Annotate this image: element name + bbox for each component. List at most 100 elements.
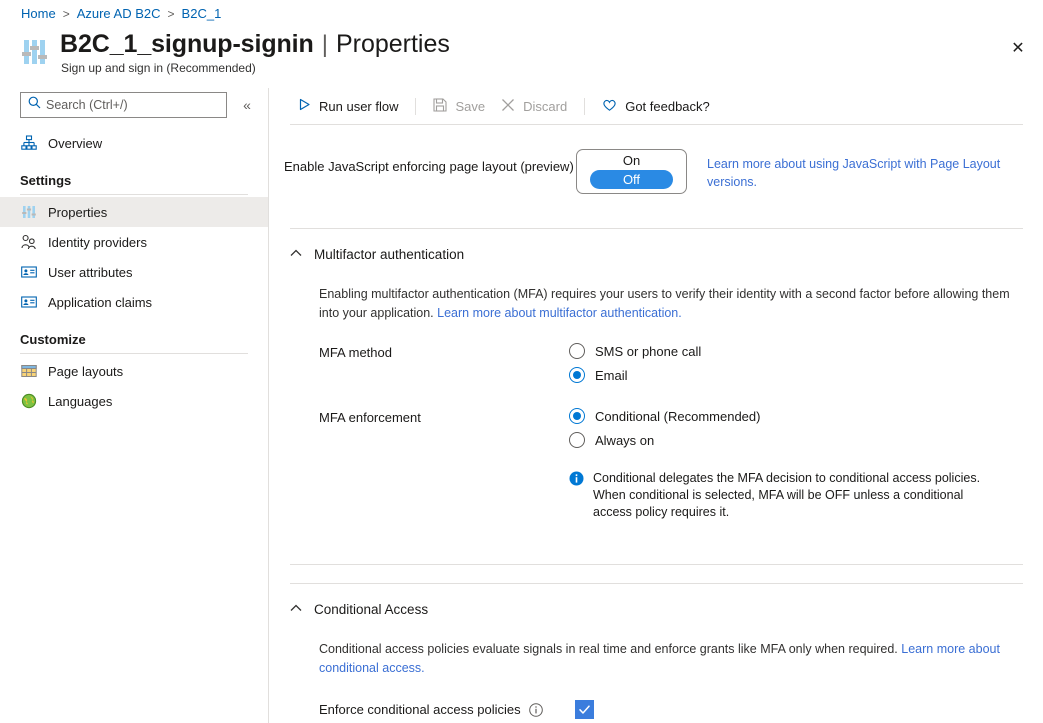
radio-label: Email bbox=[595, 368, 628, 383]
page-title-row: B2C_1_signup-signin | Properties Sign up… bbox=[18, 30, 450, 75]
sidebar-divider-customize bbox=[20, 353, 248, 354]
sidebar-item-overview[interactable]: Overview bbox=[0, 128, 268, 158]
title-divider: | bbox=[322, 31, 328, 59]
sliders-icon bbox=[20, 204, 37, 221]
breadcrumb-item-azure-ad-b2c[interactable]: Azure AD B2C bbox=[77, 6, 161, 21]
javascript-learn-more-link[interactable]: Learn more about using JavaScript with P… bbox=[707, 149, 1009, 191]
toolbar-divider bbox=[290, 124, 1023, 125]
radio-label: Conditional (Recommended) bbox=[595, 409, 760, 424]
mfa-method-option-sms[interactable]: SMS or phone call bbox=[569, 343, 701, 359]
mfa-learn-more-link[interactable]: Learn more about multifactor authenticat… bbox=[437, 306, 682, 320]
sidebar-search-row: « bbox=[0, 88, 268, 118]
javascript-setting-label: Enable JavaScript enforcing page layout … bbox=[284, 149, 576, 174]
conditional-access-description-text: Conditional access policies evaluate sig… bbox=[319, 642, 901, 656]
info-circle-icon[interactable] bbox=[529, 703, 543, 717]
breadcrumb-separator-1: > bbox=[63, 7, 70, 21]
mfa-info-message: Conditional delegates the MFA decision t… bbox=[569, 470, 1043, 521]
mfa-enforcement-option-always-on[interactable]: Always on bbox=[569, 432, 760, 448]
breadcrumb: Home > Azure AD B2C > B2C_1 bbox=[21, 6, 221, 21]
mfa-method-row: MFA method SMS or phone call Email bbox=[319, 343, 1043, 383]
toolbar-separator-1 bbox=[415, 98, 416, 115]
section-divider-bottom-mfa bbox=[290, 564, 1023, 565]
radio-button[interactable] bbox=[569, 367, 585, 383]
enforce-conditional-access-row: Enforce conditional access policies bbox=[319, 700, 1043, 719]
sidebar-item-label: Overview bbox=[48, 136, 102, 151]
search-input[interactable] bbox=[46, 98, 211, 112]
mfa-enforcement-option-conditional[interactable]: Conditional (Recommended) bbox=[569, 408, 760, 424]
sidebar-item-languages[interactable]: Languages bbox=[0, 386, 268, 416]
breadcrumb-separator-2: > bbox=[168, 7, 175, 21]
save-button[interactable]: Save bbox=[425, 94, 493, 119]
conditional-access-section-body: Conditional access policies evaluate sig… bbox=[270, 640, 1043, 719]
breadcrumb-item-home[interactable]: Home bbox=[21, 6, 56, 21]
conditional-access-section-title: Conditional Access bbox=[314, 602, 428, 617]
run-user-flow-button[interactable]: Run user flow bbox=[290, 94, 406, 118]
mfa-enforcement-radio-group: Conditional (Recommended) Always on bbox=[569, 408, 760, 448]
enforce-conditional-access-checkbox[interactable] bbox=[575, 700, 594, 719]
toggle-option-off[interactable]: Off bbox=[590, 170, 673, 189]
mfa-info-text: Conditional delegates the MFA decision t… bbox=[593, 470, 993, 521]
radio-button[interactable] bbox=[569, 343, 585, 359]
sidebar-item-user-attributes[interactable]: User attributes bbox=[0, 257, 268, 287]
discard-label: Discard bbox=[523, 99, 567, 114]
page-caption: Sign up and sign in (Recommended) bbox=[61, 61, 450, 75]
search-box[interactable] bbox=[20, 92, 227, 118]
toolbar-separator-2 bbox=[584, 98, 585, 115]
conditional-access-section-header[interactable]: Conditional Access bbox=[270, 592, 1043, 626]
save-icon bbox=[433, 98, 447, 115]
sidebar-group-customize: Customize bbox=[0, 332, 268, 347]
sliders-icon bbox=[18, 35, 52, 69]
azure-portal-blade: Home > Azure AD B2C > B2C_1 B2C_1_signup… bbox=[0, 0, 1043, 723]
mfa-section-header[interactable]: Multifactor authentication bbox=[270, 237, 1043, 271]
search-icon bbox=[28, 96, 41, 114]
mfa-section-body: Enabling multifactor authentication (MFA… bbox=[270, 285, 1043, 521]
discard-button[interactable]: Discard bbox=[493, 94, 575, 119]
chevron-up-icon[interactable] bbox=[290, 604, 302, 615]
section-divider-mfa bbox=[290, 228, 1023, 229]
mfa-description: Enabling multifactor authentication (MFA… bbox=[319, 285, 1011, 323]
section-divider-conditional-access bbox=[290, 583, 1023, 584]
sidebar-item-label: Application claims bbox=[48, 295, 152, 310]
command-toolbar: Run user flow Save bbox=[270, 88, 1043, 124]
mfa-section-title: Multifactor authentication bbox=[314, 247, 464, 262]
toggle-option-on[interactable]: On bbox=[623, 153, 640, 168]
save-label: Save bbox=[455, 99, 485, 114]
sidebar-item-label: User attributes bbox=[48, 265, 133, 280]
id-card-icon bbox=[20, 264, 37, 281]
got-feedback-label: Got feedback? bbox=[625, 99, 710, 114]
sidebar-divider-settings bbox=[20, 194, 248, 195]
people-icon bbox=[20, 234, 37, 251]
mfa-enforcement-label: MFA enforcement bbox=[319, 408, 569, 425]
javascript-toggle[interactable]: On Off bbox=[576, 149, 687, 194]
collapse-sidebar-icon[interactable]: « bbox=[237, 94, 257, 116]
conditional-access-description: Conditional access policies evaluate sig… bbox=[319, 640, 1011, 678]
sidebar-item-label: Page layouts bbox=[48, 364, 123, 379]
blade-content: Run user flow Save bbox=[270, 88, 1043, 723]
breadcrumb-item-b2c-1[interactable]: B2C_1 bbox=[182, 6, 222, 21]
sidebar-item-label: Languages bbox=[48, 394, 112, 409]
sidebar-item-properties[interactable]: Properties bbox=[0, 197, 268, 227]
sidebar-group-settings: Settings bbox=[0, 173, 268, 188]
close-icon bbox=[501, 98, 515, 115]
close-icon[interactable]: ✕ bbox=[1005, 36, 1031, 62]
sidebar-item-identity-providers[interactable]: Identity providers bbox=[0, 227, 268, 257]
run-user-flow-label: Run user flow bbox=[319, 99, 398, 114]
sidebar-item-application-claims[interactable]: Application claims bbox=[0, 287, 268, 317]
blade-sidebar: « Overview bbox=[0, 88, 269, 723]
radio-button[interactable] bbox=[569, 408, 585, 424]
sidebar-item-page-layouts[interactable]: Page layouts bbox=[0, 356, 268, 386]
page-subtitle: Properties bbox=[336, 30, 450, 59]
globe-icon bbox=[20, 393, 37, 410]
javascript-setting-row: Enable JavaScript enforcing page layout … bbox=[270, 149, 1043, 194]
chevron-up-icon[interactable] bbox=[290, 249, 302, 260]
id-card-icon bbox=[20, 294, 37, 311]
sitemap-icon bbox=[20, 135, 37, 152]
mfa-method-option-email[interactable]: Email bbox=[569, 367, 701, 383]
radio-label: SMS or phone call bbox=[595, 344, 701, 359]
sidebar-nav: Overview Settings Properties bbox=[0, 128, 268, 416]
enforce-conditional-access-label: Enforce conditional access policies bbox=[319, 702, 521, 717]
radio-button[interactable] bbox=[569, 432, 585, 448]
got-feedback-button[interactable]: Got feedback? bbox=[594, 94, 718, 119]
mfa-method-label: MFA method bbox=[319, 343, 569, 360]
sidebar-item-label: Identity providers bbox=[48, 235, 147, 250]
